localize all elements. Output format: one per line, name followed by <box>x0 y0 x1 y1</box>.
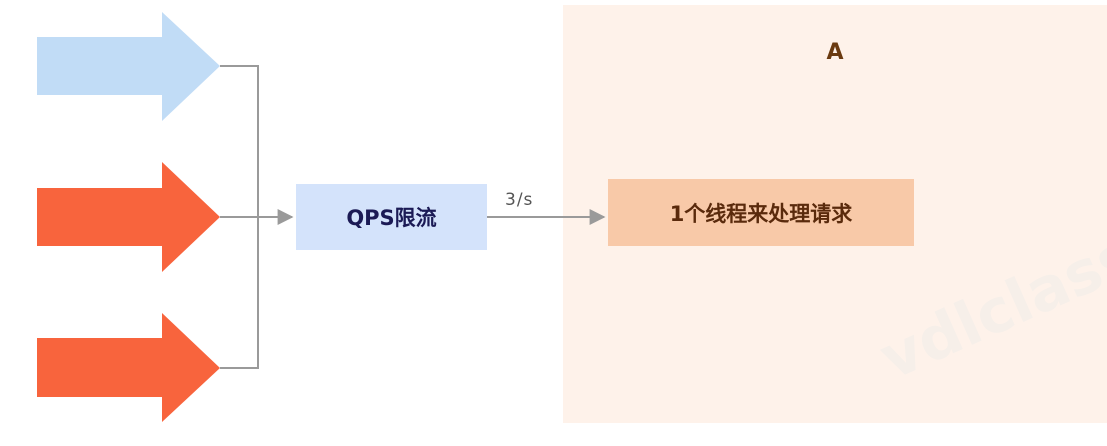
diagram-canvas: A QPS限流 3/s 1个线程来处理请求 vdlclass <box>0 0 1107 446</box>
connector-lines <box>37 12 606 422</box>
request-arrow-2 <box>37 162 220 272</box>
rate-label: 3/s <box>505 190 534 210</box>
worker-thread-box: 1个线程来处理请求 <box>608 179 914 246</box>
request-arrow-3 <box>37 313 220 422</box>
request-arrow-1 <box>37 12 220 121</box>
qps-limiter-label: QPS限流 <box>346 206 437 230</box>
qps-limiter-box: QPS限流 <box>296 184 487 250</box>
worker-thread-label: 1个线程来处理请求 <box>669 201 853 226</box>
